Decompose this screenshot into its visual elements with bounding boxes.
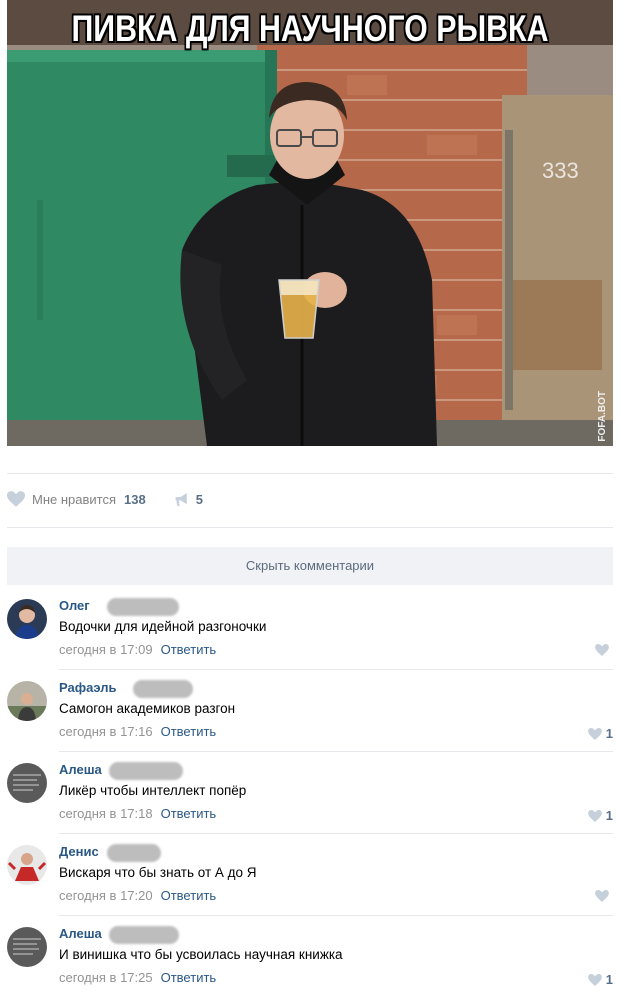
like-count: 138: [124, 491, 146, 507]
comment-text: Вискаря что бы знать от А до Я: [59, 865, 257, 880]
avatar[interactable]: [7, 845, 47, 885]
comment-like-button[interactable]: 1: [587, 972, 613, 987]
comment-text: Самогон академиков разгон: [59, 701, 236, 716]
comment-item: Алеша Ликёр чтобы интеллект попёр сегодн…: [7, 752, 613, 834]
redacted-surname: [107, 598, 179, 616]
comment-meta: сегодня в 17:25 Ответить: [59, 970, 216, 985]
reply-link[interactable]: Ответить: [161, 970, 217, 985]
avatar[interactable]: [7, 763, 47, 803]
hide-comments-button[interactable]: Скрыть комментарии: [7, 547, 613, 585]
comment-author[interactable]: Алеша: [59, 762, 102, 777]
comment-author[interactable]: Олег: [59, 598, 90, 613]
comment-item: Денис Вискаря что бы знать от А до Я сег…: [7, 834, 613, 916]
comment-like-button[interactable]: 1: [587, 726, 613, 741]
meme-caption: ПИВКА ДЛЯ НАУЧНОГО РЫВКА: [71, 8, 549, 49]
post-actions: Мне нравится 138 5: [7, 485, 203, 513]
divider: [7, 527, 613, 528]
reply-link[interactable]: Ответить: [161, 724, 217, 739]
heart-icon: [595, 890, 609, 902]
share-button[interactable]: 5: [174, 492, 203, 507]
heart-icon: [595, 644, 609, 656]
heart-icon: [7, 491, 25, 507]
heart-icon: [587, 973, 602, 986]
avatar[interactable]: [7, 681, 47, 721]
comment-text: И винишка что бы усвоилась научная книжк…: [59, 947, 343, 962]
comment-meta: сегодня в 17:18 Ответить: [59, 806, 216, 821]
comment-meta: сегодня в 17:20 Ответить: [59, 888, 216, 903]
comment-text: Водочки для идейной разгоночки: [59, 619, 267, 634]
comment-author[interactable]: Денис: [59, 844, 99, 859]
comment-item: Олег Водочки для идейной разгоночки сего…: [7, 588, 613, 670]
redacted-surname: [107, 844, 161, 862]
comment-item: Рафаэль Самогон академиков разгон сегодн…: [7, 670, 613, 752]
comment-time: сегодня в 17:25: [59, 970, 153, 985]
redacted-surname: [109, 762, 183, 780]
comment-like-button[interactable]: [595, 890, 613, 902]
like-button[interactable]: Мне нравится 138: [7, 491, 146, 507]
megaphone-icon: [175, 492, 187, 506]
comment-time: сегодня в 17:20: [59, 888, 153, 903]
post-photo[interactable]: 333 ПИВКА ДЛЯ НАУЧНОГО РЫВКА FOFA.BOT: [7, 0, 613, 446]
comment-like-button[interactable]: 1: [587, 808, 613, 823]
heart-icon: [587, 727, 602, 740]
comment-time: сегодня в 17:18: [59, 806, 153, 821]
comment-like-count: 1: [605, 972, 613, 987]
comment-meta: сегодня в 17:09 Ответить: [59, 642, 216, 657]
heart-icon: [587, 809, 602, 822]
reply-link[interactable]: Ответить: [161, 888, 217, 903]
reply-link[interactable]: Ответить: [161, 806, 217, 821]
avatar[interactable]: [7, 599, 47, 639]
watermark: FOFA.BOT: [597, 391, 608, 442]
redacted-surname: [133, 680, 193, 698]
redacted-surname: [109, 926, 179, 944]
comment-author[interactable]: Алеша: [59, 926, 102, 941]
comment-like-button[interactable]: [595, 644, 613, 656]
share-count: 5: [195, 491, 203, 507]
like-label: Мне нравится: [32, 491, 117, 507]
divider: [7, 473, 613, 474]
gate-number-label: 333: [542, 158, 579, 183]
comment-time: сегодня в 17:16: [59, 724, 153, 739]
comment-item: Алеша И винишка что бы усвоилась научная…: [7, 916, 613, 998]
meme-image: [7, 0, 613, 446]
comment-time: сегодня в 17:09: [59, 642, 153, 657]
comment-like-count: 1: [605, 726, 613, 741]
comment-text: Ликёр чтобы интеллект попёр: [59, 783, 247, 798]
comment-meta: сегодня в 17:16 Ответить: [59, 724, 216, 739]
comment-author[interactable]: Рафаэль: [59, 680, 116, 695]
avatar[interactable]: [7, 927, 47, 967]
reply-link[interactable]: Ответить: [161, 642, 217, 657]
comment-like-count: 1: [605, 808, 613, 823]
